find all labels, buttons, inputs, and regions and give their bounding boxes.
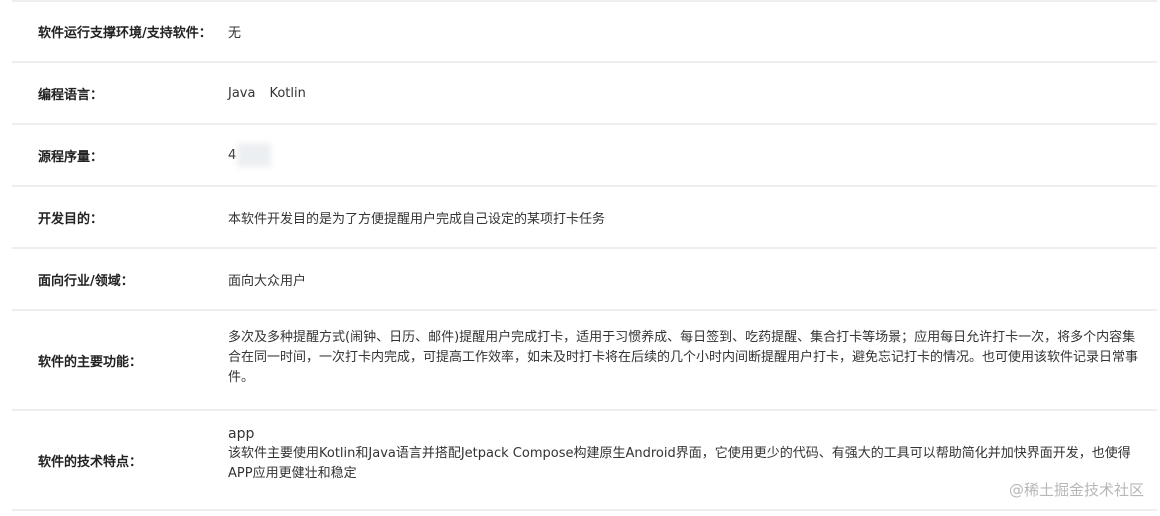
table-row-runtime-env: 软件运行支撑环境/支持软件： 无 [12, 0, 1157, 63]
row-label: 面向行业/领域： [38, 273, 134, 289]
table-row-main-functions: 软件的主要功能： 多次及多种提醒方式(闹钟、日历、邮件)提醒用户完成打卡，适用于… [12, 311, 1157, 411]
tech-features-title: app [228, 426, 255, 442]
table-row-programming-language: 编程语言： Java Kotlin [12, 63, 1157, 125]
row-label: 源程序量： [38, 149, 104, 165]
row-label: 软件运行支撑环境/支持软件： [38, 26, 212, 41]
row-label: 编程语言： [38, 87, 104, 103]
row-value: 无 [228, 26, 242, 41]
tech-features-text: 该软件主要使用Kotlin和Java语言并搭配Jetpack Compose构建… [228, 446, 1131, 481]
language-kotlin: Kotlin [269, 85, 306, 101]
row-label: 开发目的： [38, 211, 104, 227]
source-size-value: 4 [228, 147, 237, 163]
table-row-tech-features: 软件的技术特点： app 该软件主要使用Kotlin和Java语言并搭配Jetp… [12, 411, 1157, 511]
table-row-industry: 面向行业/领域： 面向大众用户 [12, 249, 1157, 311]
watermark: @稀土掘金技术社区 [1008, 481, 1144, 499]
row-label: 软件的主要功能： [38, 354, 143, 370]
language-java: Java [228, 85, 256, 101]
row-label: 软件的技术特点： [38, 454, 143, 470]
table-row-source-size: 源程序量： 4 [12, 125, 1157, 187]
redaction-blur [237, 143, 272, 167]
row-value: 4 [228, 125, 1147, 185]
row-value: Java Kotlin [228, 63, 1147, 123]
table-row-purpose: 开发目的： 本软件开发目的是为了方便提醒用户完成自己设定的某项打卡任务 [12, 187, 1157, 249]
row-value: 本软件开发目的是为了方便提醒用户完成自己设定的某项打卡任务 [228, 211, 606, 227]
row-value: 多次及多种提醒方式(闹钟、日历、邮件)提醒用户完成打卡，适用于习惯养成、每日签到… [228, 330, 1139, 385]
row-value: 面向大众用户 [228, 273, 307, 289]
software-info-table: 软件运行支撑环境/支持软件： 无 编程语言： Java Kotlin 源程序量：… [12, 0, 1157, 511]
